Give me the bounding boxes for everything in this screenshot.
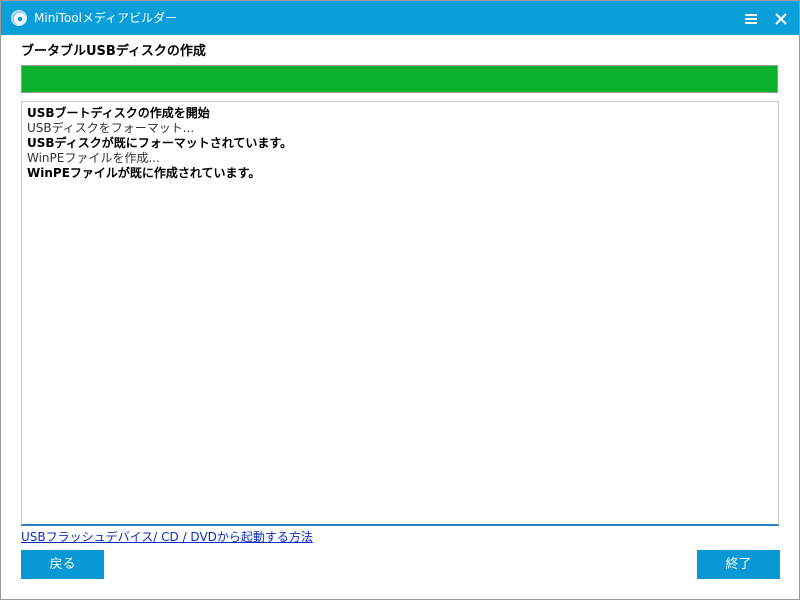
- log-panel: USBブートディスクの作成を開始 USBディスクをフォーマット... USBディスク…: [21, 101, 779, 526]
- log-line: USBブートディスクの作成を開始: [27, 106, 210, 120]
- disc-icon: [11, 10, 27, 26]
- close-icon: [775, 13, 787, 25]
- back-button[interactable]: 戻る: [21, 550, 104, 579]
- section-title: ブータブルUSBディスクの作成: [21, 44, 206, 59]
- progress-bar: [21, 65, 778, 93]
- menu-button[interactable]: [741, 9, 761, 29]
- log-line: USBディスクをフォーマット...: [27, 121, 195, 135]
- log-line: WinPEファイルを作成...: [27, 151, 160, 165]
- window-title: MiniToolメディアビルダー: [34, 11, 178, 25]
- finish-button[interactable]: 終了: [697, 550, 780, 579]
- hamburger-menu-icon: [745, 14, 757, 24]
- boot-help-link[interactable]: USBフラッシュデバイス/ CD / DVDから起動する方法: [21, 530, 313, 545]
- title-bar: MiniToolメディアビルダー: [1, 1, 799, 35]
- media-builder-window: MiniToolメディアビルダー ブータブルUSBディスクの作成 USBブートデ…: [0, 0, 800, 600]
- close-button[interactable]: [771, 9, 791, 29]
- log-line: USBディスクが既にフォーマットされています。: [27, 136, 293, 150]
- progress-fill: [22, 66, 777, 92]
- log-line: WinPEファイルが既に作成されています。: [27, 166, 261, 180]
